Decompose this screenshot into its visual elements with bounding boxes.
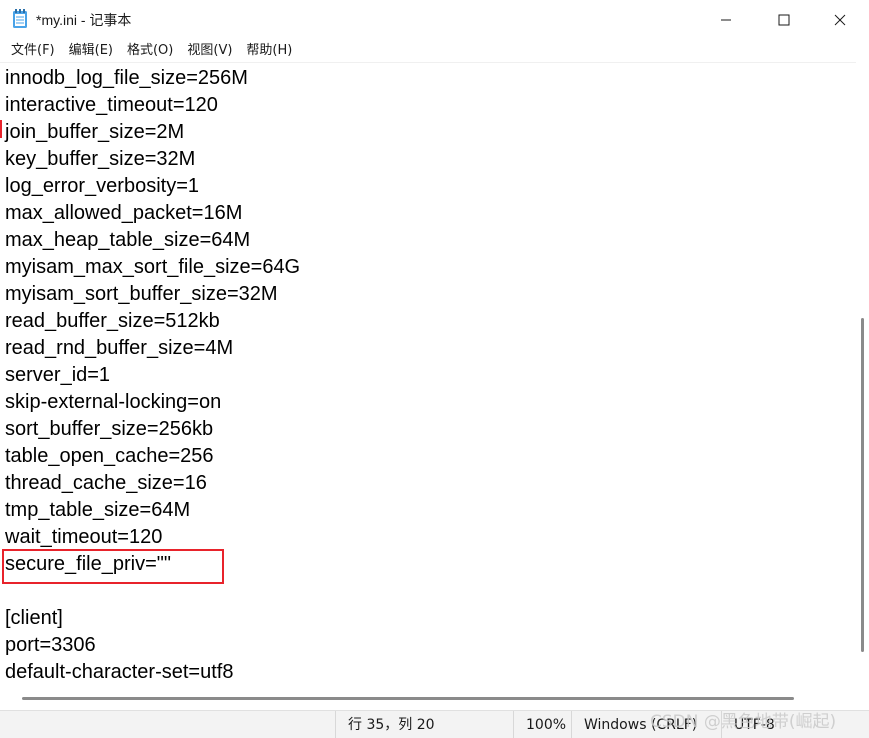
text-line: read_rnd_buffer_size=4M bbox=[5, 337, 234, 359]
menu-help[interactable]: 帮助(H) bbox=[239, 40, 299, 62]
text-line: log_error_verbosity=1 bbox=[5, 175, 199, 197]
text-line: tmp_table_size=64M bbox=[5, 499, 191, 521]
left-edge-marker bbox=[0, 120, 2, 138]
menu-edit[interactable]: 编辑(E) bbox=[62, 40, 120, 62]
vertical-scrollbar[interactable] bbox=[856, 62, 869, 690]
close-icon bbox=[834, 14, 846, 26]
editor-content[interactable]: innodb_log_file_size=256M interactive_ti… bbox=[5, 65, 300, 686]
window-title: *my.ini - 记事本 bbox=[36, 12, 132, 28]
menu-format[interactable]: 格式(O) bbox=[120, 40, 180, 62]
horizontal-scrollbar[interactable] bbox=[0, 690, 856, 704]
text-line: thread_cache_size=16 bbox=[5, 472, 207, 494]
text-line: max_allowed_packet=16M bbox=[5, 202, 243, 224]
menu-file[interactable]: 文件(F) bbox=[4, 40, 62, 62]
text-line: server_id=1 bbox=[5, 364, 111, 386]
horizontal-scroll-thumb[interactable] bbox=[22, 697, 794, 700]
minimize-button[interactable] bbox=[697, 0, 755, 40]
text-line: sort_buffer_size=256kb bbox=[5, 418, 214, 440]
maximize-button[interactable] bbox=[755, 0, 813, 40]
minimize-icon bbox=[721, 19, 731, 21]
text-line: join_buffer_size=2M bbox=[5, 121, 185, 143]
scroll-corner bbox=[856, 690, 869, 704]
text-line: myisam_sort_buffer_size=32M bbox=[5, 283, 278, 305]
text-line: innodb_log_file_size=256M bbox=[5, 67, 248, 89]
watermark: CSDN @黑色地带(崛起) bbox=[650, 712, 837, 732]
text-line: default-character-set=utf8 bbox=[5, 661, 234, 683]
text-line: skip-external-locking=on bbox=[5, 391, 222, 413]
text-line: [client] bbox=[5, 607, 63, 629]
text-line: port=3306 bbox=[5, 634, 96, 656]
menu-view[interactable]: 视图(V) bbox=[180, 40, 239, 62]
text-editor[interactable]: innodb_log_file_size=256M interactive_ti… bbox=[0, 62, 856, 690]
text-line: interactive_timeout=120 bbox=[5, 94, 218, 116]
cursor-position: 行 35，列 20 bbox=[335, 711, 513, 738]
maximize-icon bbox=[778, 14, 790, 26]
highlight-annotation-box bbox=[2, 549, 224, 584]
notepad-icon bbox=[12, 9, 28, 29]
menu-bar: 文件(F) 编辑(E) 格式(O) 视图(V) 帮助(H) bbox=[0, 40, 869, 62]
text-line: myisam_max_sort_file_size=64G bbox=[5, 256, 301, 278]
zoom-level: 100% bbox=[513, 711, 571, 738]
text-line: read_buffer_size=512kb bbox=[5, 310, 220, 332]
text-line: max_heap_table_size=64M bbox=[5, 229, 251, 251]
text-line: key_buffer_size=32M bbox=[5, 148, 196, 170]
vertical-scroll-thumb[interactable] bbox=[861, 318, 864, 652]
text-line: table_open_cache=256 bbox=[5, 445, 214, 467]
close-button[interactable] bbox=[811, 0, 869, 40]
text-line: wait_timeout=120 bbox=[5, 526, 163, 548]
title-bar: *my.ini - 记事本 bbox=[0, 0, 869, 40]
